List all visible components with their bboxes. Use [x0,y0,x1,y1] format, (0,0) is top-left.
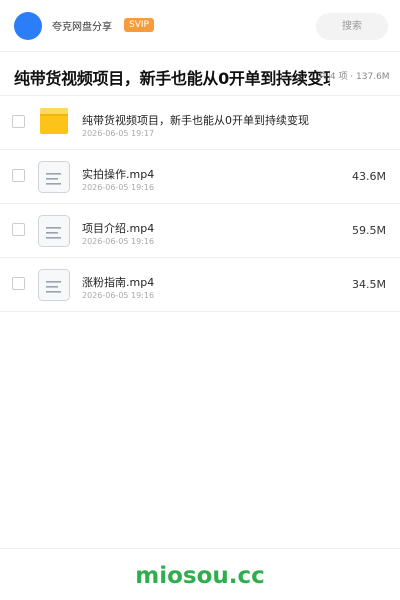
site-watermark: miosou.cc [135,563,265,589]
file-name[interactable]: 涨粉指南.mp4 [82,274,154,290]
list-item[interactable]: 纯带货视频项目，新手也能从0开单到持续变现 2026-06-05 19:17 [0,96,400,150]
file-size: 59.5M [352,224,386,237]
title-row: 纯带货视频项目，新手也能从0开单到持续变现 共 4 项 · 137.6M [0,52,400,96]
checkbox[interactable] [12,223,25,236]
video-file-icon [38,161,70,193]
svip-badge: SVIP [124,18,154,32]
list-item[interactable]: 实拍操作.mp4 2026-06-05 19:16 43.6M [0,150,400,204]
avatar[interactable] [14,12,42,40]
checkbox[interactable] [12,169,25,182]
item-summary: 共 4 项 · 137.6M [318,72,390,82]
file-date: 2026-06-05 19:17 [82,129,155,138]
footer: miosou.cc [0,548,400,600]
file-date: 2026-06-05 19:16 [82,291,155,300]
list-item[interactable]: 项目介绍.mp4 2026-06-05 19:16 59.5M [0,204,400,258]
checkbox[interactable] [12,277,25,290]
file-date: 2026-06-05 19:16 [82,183,155,192]
file-list: 纯带货视频项目，新手也能从0开单到持续变现 2026-06-05 19:17 实… [0,96,400,312]
checkbox[interactable] [12,115,25,128]
file-name[interactable]: 纯带货视频项目，新手也能从0开单到持续变现 [82,112,309,128]
page-title: 纯带货视频项目，新手也能从0开单到持续变现 [14,69,330,88]
list-item[interactable]: 涨粉指南.mp4 2026-06-05 19:16 34.5M [0,258,400,312]
user-name[interactable]: 夸克网盘分享 [52,18,112,33]
folder-icon [40,108,68,134]
video-file-icon [38,215,70,247]
search-input[interactable]: 搜索 [316,13,388,40]
video-file-icon [38,269,70,301]
file-name[interactable]: 项目介绍.mp4 [82,220,154,236]
file-size: 43.6M [352,170,386,183]
file-name[interactable]: 实拍操作.mp4 [82,166,154,182]
file-date: 2026-06-05 19:16 [82,237,155,246]
file-size: 34.5M [352,278,386,291]
header-bar: 夸克网盘分享 SVIP 搜索 [0,0,400,52]
